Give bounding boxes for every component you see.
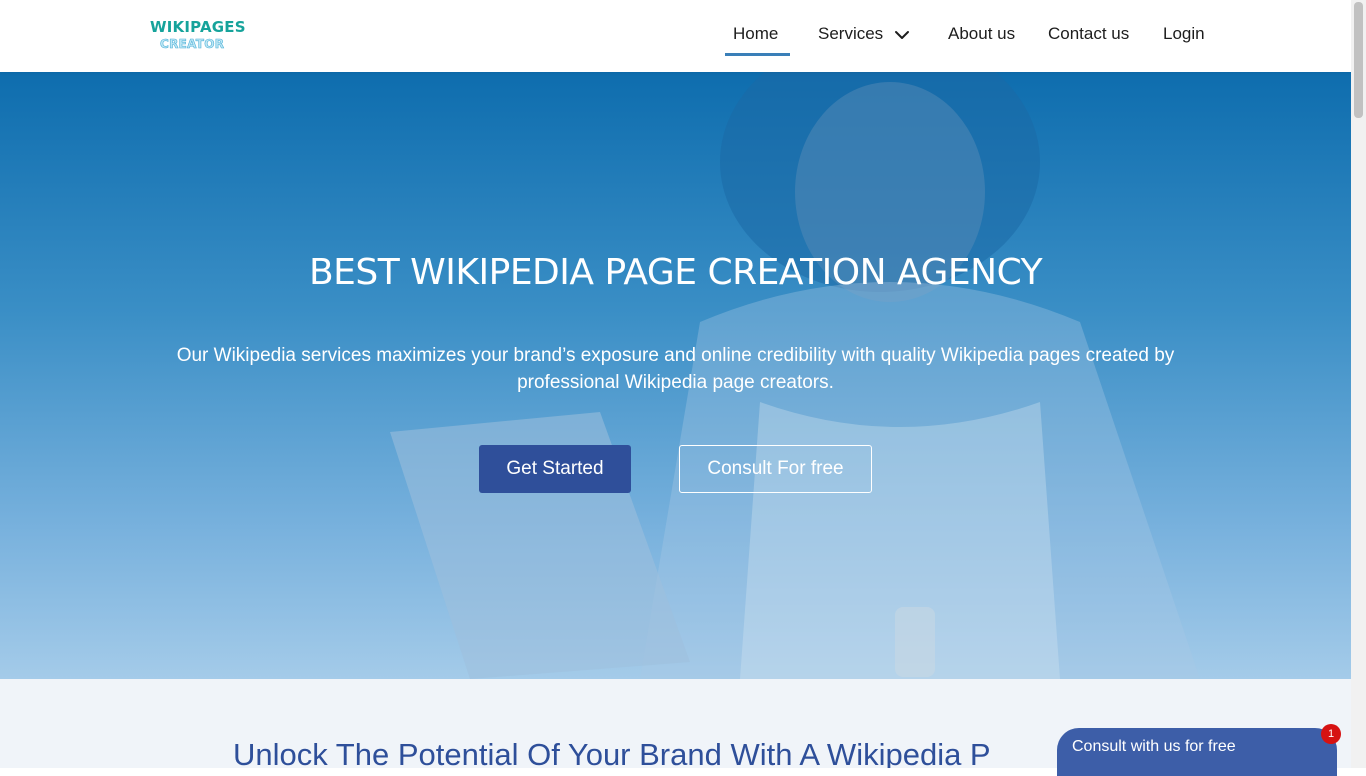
chevron-down-icon[interactable] [893, 26, 911, 44]
nav-login[interactable]: Login [1163, 24, 1205, 44]
page-scrollbar[interactable] [1351, 0, 1366, 768]
logo-wordmark-top: WIKIPAGES [150, 18, 246, 36]
hero-subtitle: Our Wikipedia services maximizes your br… [176, 345, 1175, 393]
notification-badge: 1 [1321, 724, 1341, 744]
hero-title: BEST WIKIPEDIA PAGE CREATION AGENCY [308, 252, 1043, 293]
site-logo[interactable]: WIKIPAGES CREATOR [150, 18, 250, 58]
section-heading: Unlock The Potential Of Your Brand With … [233, 737, 991, 768]
scrollbar-thumb[interactable] [1354, 2, 1363, 118]
consult-free-button[interactable]: Consult For free [679, 445, 872, 493]
get-started-button[interactable]: Get Started [479, 445, 631, 493]
hero-section: BEST WIKIPEDIA PAGE CREATION AGENCY Our … [0, 72, 1351, 679]
nav-active-indicator [725, 53, 790, 56]
chat-widget[interactable]: Consult with us for free 1 [1057, 724, 1341, 776]
nav-services[interactable]: Services [818, 24, 883, 44]
chat-widget-label: Consult with us for free [1072, 738, 1236, 755]
nav-about-us[interactable]: About us [948, 24, 1015, 44]
site-header: WIKIPAGES CREATOR Home Services About us… [0, 0, 1351, 72]
nav-contact-us[interactable]: Contact us [1048, 24, 1129, 44]
logo-wordmark-bottom: CREATOR [160, 37, 225, 52]
nav-home[interactable]: Home [733, 24, 778, 44]
